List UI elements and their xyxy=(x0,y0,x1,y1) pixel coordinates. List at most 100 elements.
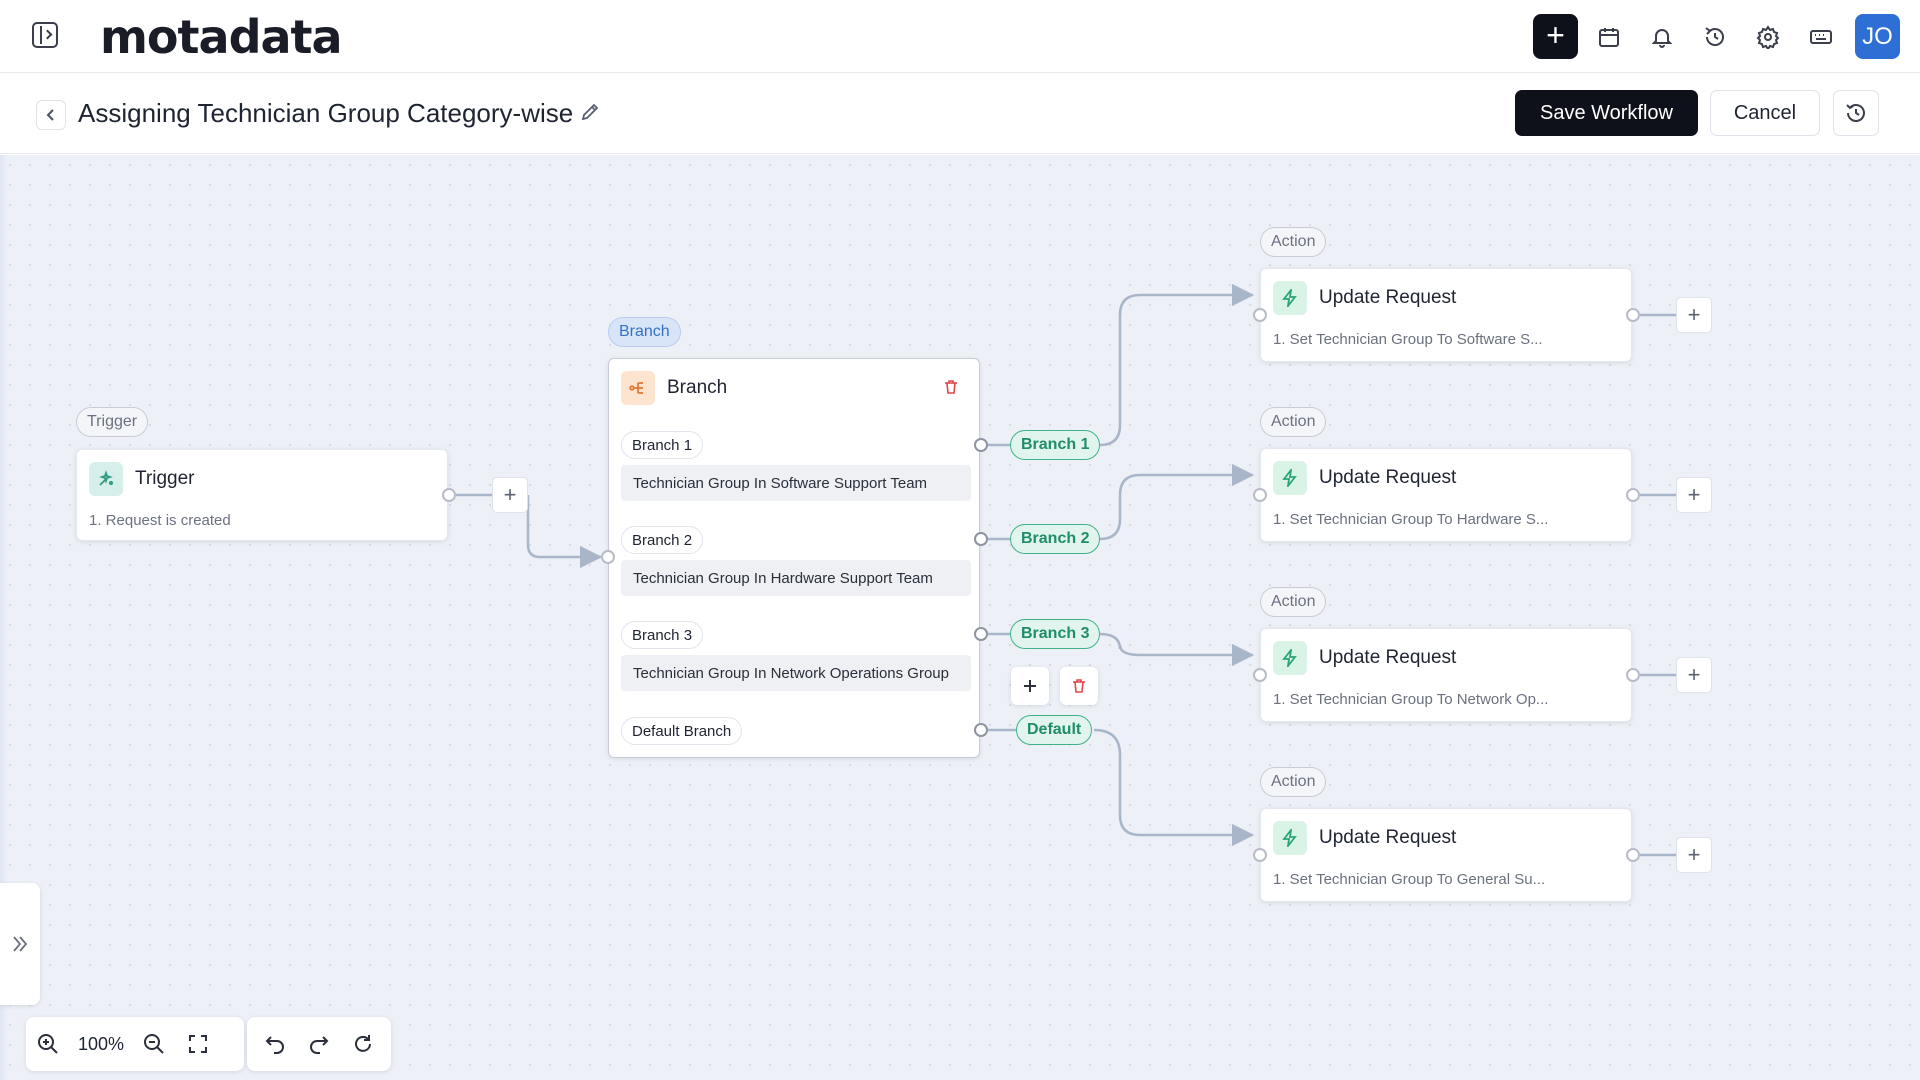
default-out-port[interactable] xyxy=(974,723,988,737)
action-header: Update Request xyxy=(1273,461,1456,495)
connector-branch3-action xyxy=(1099,632,1255,667)
avatar[interactable]: JO xyxy=(1855,14,1900,59)
plus-icon xyxy=(1024,680,1036,692)
connector-branch2-action xyxy=(1099,463,1255,541)
action-title: Update Request xyxy=(1319,647,1457,668)
action-title: Update Request xyxy=(1319,467,1457,488)
action-subtitle: 1. Set Technician Group To General Su... xyxy=(1273,871,1546,888)
branch-item-label: Branch 3 xyxy=(621,621,704,649)
action-card[interactable]: Update Request 1. Set Technician Group T… xyxy=(1260,448,1632,542)
gear-icon[interactable] xyxy=(1745,14,1790,59)
branch1-out-port[interactable] xyxy=(974,438,988,452)
action-header: Update Request xyxy=(1273,281,1456,315)
branch-card[interactable]: Branch Branch 1 Technician Group In Soft… xyxy=(608,358,980,758)
create-button[interactable]: + xyxy=(1533,14,1578,59)
bell-icon[interactable] xyxy=(1639,14,1684,59)
add-step-button[interactable]: + xyxy=(1676,297,1712,333)
action-in-port[interactable] xyxy=(1253,488,1267,502)
history-icon[interactable] xyxy=(1833,90,1879,136)
action-out-port[interactable] xyxy=(1626,848,1640,862)
add-step-button[interactable]: + xyxy=(1676,477,1712,513)
branch2-pill[interactable]: Branch 2 xyxy=(1010,524,1101,554)
action-subtitle: 1. Set Technician Group To Network Op... xyxy=(1273,691,1549,708)
top-bar: motadata + JO xyxy=(0,0,1920,73)
default-pill[interactable]: Default xyxy=(1016,715,1093,745)
connector-branch1-action xyxy=(1099,283,1255,447)
refresh-icon[interactable] xyxy=(341,1022,385,1066)
workflow-canvas[interactable]: Trigger Trigger 1. Request is created + … xyxy=(0,155,1920,1080)
pencil-icon[interactable] xyxy=(580,102,600,127)
sidebar-toggle-icon[interactable] xyxy=(32,22,58,48)
calendar-icon[interactable] xyxy=(1586,14,1631,59)
zoom-out-icon[interactable] xyxy=(132,1022,176,1066)
zoom-level: 100% xyxy=(77,1033,125,1054)
trigger-out-port[interactable] xyxy=(442,488,456,502)
undo-icon[interactable] xyxy=(253,1022,297,1066)
action-header: Update Request xyxy=(1273,641,1456,675)
add-step-button[interactable]: + xyxy=(492,477,528,513)
default-branch-label: Default Branch xyxy=(621,717,743,745)
action-subtitle: 1. Set Technician Group To Software S... xyxy=(1273,331,1543,348)
branch-in-port[interactable] xyxy=(601,550,615,564)
branch2-out-port[interactable] xyxy=(974,532,988,546)
action-title: Update Request xyxy=(1319,827,1457,848)
zoom-toolbar: 100% xyxy=(26,1017,244,1071)
action-out-port[interactable] xyxy=(1626,488,1640,502)
save-workflow-button[interactable]: Save Workflow xyxy=(1515,90,1698,136)
history-toolbar xyxy=(247,1017,391,1071)
action-in-port[interactable] xyxy=(1253,308,1267,322)
trigger-subtitle: 1. Request is created xyxy=(89,512,231,529)
action-title: Update Request xyxy=(1319,287,1457,308)
bolt-icon xyxy=(1273,821,1307,855)
timer-icon[interactable] xyxy=(1692,14,1737,59)
action-in-port[interactable] xyxy=(1253,848,1267,862)
branch3-out-port[interactable] xyxy=(974,627,988,641)
branch-icon xyxy=(621,371,655,405)
branch1-pill[interactable]: Branch 1 xyxy=(1010,430,1101,460)
top-actions: + JO xyxy=(1533,14,1900,59)
branch-header: Branch xyxy=(621,371,727,405)
trigger-icon xyxy=(89,462,123,496)
action-tag: Action xyxy=(1260,227,1327,257)
redo-icon[interactable] xyxy=(297,1022,341,1066)
branch3-pill[interactable]: Branch 3 xyxy=(1010,619,1101,649)
expand-panel-tab[interactable] xyxy=(0,883,40,1005)
action-tag: Action xyxy=(1260,587,1327,617)
back-button[interactable] xyxy=(36,100,66,130)
add-branch-button[interactable] xyxy=(1011,667,1049,705)
action-card[interactable]: Update Request 1. Set Technician Group T… xyxy=(1260,628,1632,722)
branch-title: Branch xyxy=(667,377,728,398)
chevrons-right-icon xyxy=(13,936,28,952)
action-out-port[interactable] xyxy=(1626,668,1640,682)
fullscreen-icon[interactable] xyxy=(176,1022,220,1066)
bolt-icon xyxy=(1273,461,1307,495)
bolt-icon xyxy=(1273,281,1307,315)
branch-condition[interactable]: Technician Group In Software Support Tea… xyxy=(621,465,971,501)
chevron-left-icon xyxy=(46,109,54,121)
zoom-in-icon[interactable] xyxy=(26,1022,70,1066)
action-tag: Action xyxy=(1260,407,1327,437)
cancel-button[interactable]: Cancel xyxy=(1710,90,1820,136)
action-in-port[interactable] xyxy=(1253,668,1267,682)
connector-default-action xyxy=(1093,728,1255,847)
branch-condition[interactable]: Technician Group In Hardware Support Tea… xyxy=(621,560,971,596)
bolt-icon xyxy=(1273,641,1307,675)
trash-icon[interactable] xyxy=(943,379,959,400)
trash-icon xyxy=(1073,679,1085,693)
action-card[interactable]: Update Request 1. Set Technician Group T… xyxy=(1260,268,1632,362)
app-logo: motadata xyxy=(100,10,343,64)
trigger-tag: Trigger xyxy=(76,407,149,437)
delete-branch-button[interactable] xyxy=(1060,667,1098,705)
branch-item-label: Branch 1 xyxy=(621,431,704,459)
add-step-button[interactable]: + xyxy=(1676,837,1712,873)
action-card[interactable]: Update Request 1. Set Technician Group T… xyxy=(1260,808,1632,902)
branch-condition[interactable]: Technician Group In Network Operations G… xyxy=(621,655,971,691)
branch-tag: Branch xyxy=(608,317,681,347)
action-tag: Action xyxy=(1260,767,1327,797)
add-step-button[interactable]: + xyxy=(1676,657,1712,693)
branch-item-label: Branch 2 xyxy=(621,526,704,554)
keyboard-icon[interactable] xyxy=(1798,14,1843,59)
trigger-header: Trigger xyxy=(89,462,194,496)
trigger-card[interactable]: Trigger 1. Request is created xyxy=(76,449,448,541)
action-out-port[interactable] xyxy=(1626,308,1640,322)
